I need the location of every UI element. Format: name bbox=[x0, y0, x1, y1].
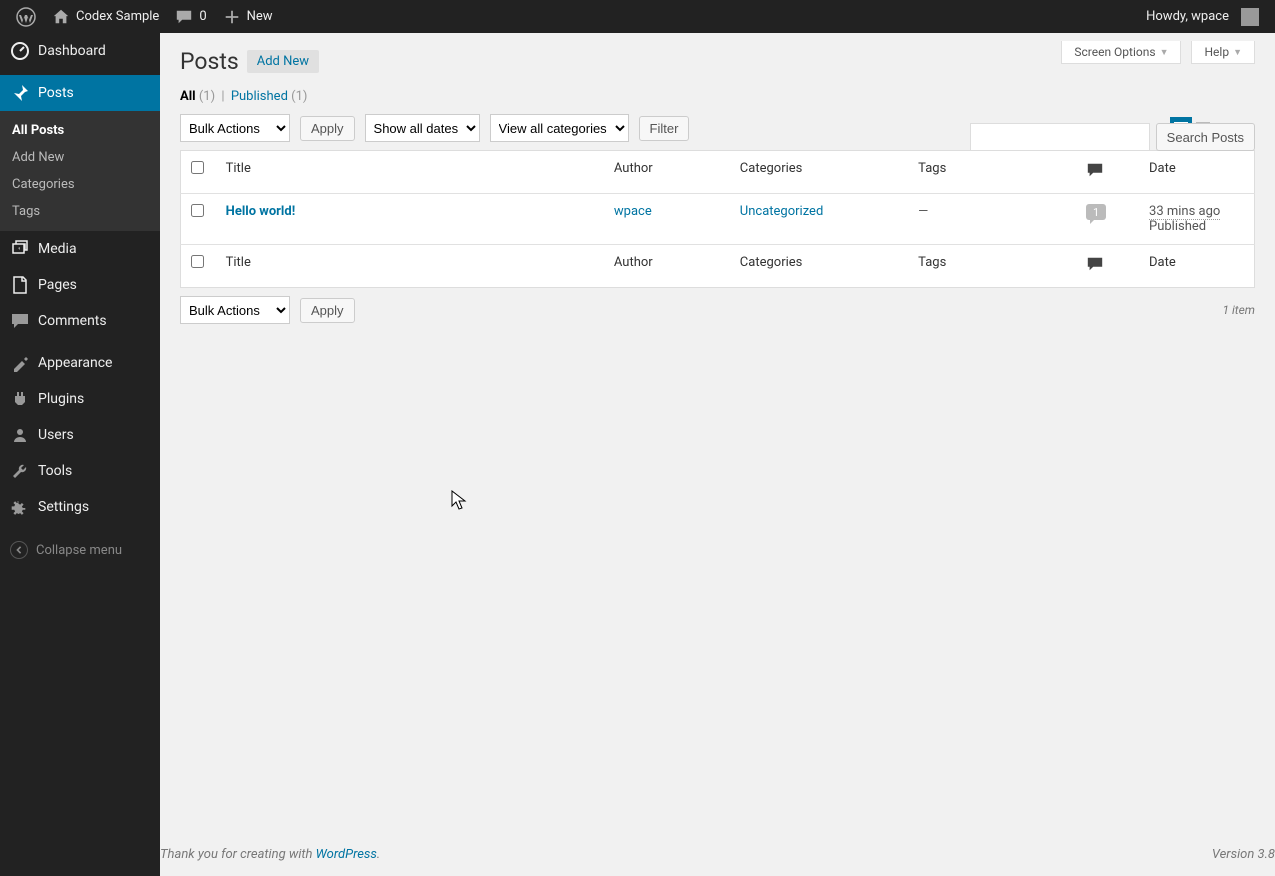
caret-down-icon: ▼ bbox=[1233, 47, 1242, 58]
media-icon bbox=[10, 239, 30, 259]
wordpress-link[interactable]: WordPress bbox=[316, 847, 377, 862]
select-all-top[interactable] bbox=[191, 161, 204, 174]
screen-meta-tabs: Screen Options ▼ Help ▼ bbox=[1061, 41, 1255, 64]
plugin-icon bbox=[10, 389, 30, 409]
sidebar-item-label: Comments bbox=[38, 313, 107, 329]
comments-icon bbox=[10, 311, 30, 331]
post-status-filters: All (1) | Published (1) bbox=[180, 89, 1255, 104]
collapse-menu-button[interactable]: Collapse menu bbox=[0, 531, 160, 569]
page-icon bbox=[10, 275, 30, 295]
post-tags: — bbox=[908, 194, 1076, 245]
search-box: Search Posts bbox=[970, 123, 1255, 151]
sidebar-subitem-all-posts[interactable]: All Posts bbox=[0, 117, 160, 144]
table-row: Hello world! wpace Uncategorized — 1 33 … bbox=[181, 194, 1255, 245]
search-input[interactable] bbox=[970, 123, 1150, 151]
posts-table: Title Author Categories Tags Date Hello … bbox=[180, 150, 1255, 288]
sidebar-item-settings[interactable]: Settings bbox=[0, 489, 160, 525]
sidebar-subitem-categories[interactable]: Categories bbox=[0, 171, 160, 198]
sidebar-item-tools[interactable]: Tools bbox=[0, 453, 160, 489]
sidebar-item-label: Pages bbox=[38, 277, 77, 293]
wp-logo-menu[interactable] bbox=[8, 0, 44, 33]
tablenav-bottom: Bulk Actions Apply 1 item bbox=[180, 296, 1255, 324]
help-tab[interactable]: Help ▼ bbox=[1191, 41, 1255, 64]
sidebar-item-label: Media bbox=[38, 241, 77, 257]
settings-icon bbox=[10, 497, 30, 517]
filter-button[interactable]: Filter bbox=[639, 116, 690, 141]
column-categories[interactable]: Categories bbox=[730, 151, 908, 194]
sidebar-item-label: Appearance bbox=[38, 355, 112, 371]
comments-count: 0 bbox=[199, 9, 206, 24]
caret-down-icon: ▼ bbox=[1160, 47, 1169, 58]
sidebar-item-appearance[interactable]: Appearance bbox=[0, 345, 160, 381]
sidebar-item-label: Tools bbox=[38, 463, 72, 479]
admin-footer: Thank you for creating with WordPress. V… bbox=[160, 833, 1275, 876]
sidebar-item-label: Posts bbox=[38, 85, 74, 101]
sidebar-item-pages[interactable]: Pages bbox=[0, 267, 160, 303]
main-content: Screen Options ▼ Help ▼ Posts Add New Al… bbox=[160, 33, 1275, 876]
filter-all[interactable]: All bbox=[180, 89, 196, 104]
sidebar-item-dashboard[interactable]: Dashboard bbox=[0, 33, 160, 69]
apply-button-top[interactable]: Apply bbox=[300, 116, 355, 141]
column-date[interactable]: Date bbox=[1139, 151, 1254, 194]
my-account-menu[interactable]: Howdy, wpace bbox=[1138, 0, 1267, 33]
comment-icon bbox=[1086, 161, 1104, 179]
screen-options-tab[interactable]: Screen Options ▼ bbox=[1061, 41, 1181, 64]
sidebar-item-media[interactable]: Media bbox=[0, 231, 160, 267]
appearance-icon bbox=[10, 353, 30, 373]
column-comments[interactable] bbox=[1076, 151, 1139, 194]
home-icon bbox=[52, 8, 70, 26]
sidebar-subitem-tags[interactable]: Tags bbox=[0, 198, 160, 225]
select-all-bottom[interactable] bbox=[191, 255, 204, 268]
date-filter-select[interactable]: Show all dates bbox=[365, 114, 480, 142]
sidebar-item-label: Settings bbox=[38, 499, 89, 515]
bulk-actions-select-bottom[interactable]: Bulk Actions bbox=[180, 296, 290, 324]
sidebar-item-label: Users bbox=[38, 427, 74, 443]
users-icon bbox=[10, 425, 30, 445]
column-author[interactable]: Author bbox=[604, 151, 730, 194]
admin-sidebar: Dashboard Posts All Posts Add New Catego… bbox=[0, 33, 160, 876]
comments-bubble-menu[interactable]: 0 bbox=[167, 0, 214, 33]
avatar bbox=[1241, 8, 1259, 26]
post-author-link[interactable]: wpace bbox=[614, 204, 652, 219]
sidebar-submenu-posts: All Posts Add New Categories Tags bbox=[0, 111, 160, 231]
dashboard-icon bbox=[10, 41, 30, 61]
collapse-icon bbox=[10, 541, 28, 559]
post-category-link[interactable]: Uncategorized bbox=[740, 204, 823, 219]
column-tags[interactable]: Tags bbox=[908, 151, 1076, 194]
search-button[interactable]: Search Posts bbox=[1156, 123, 1255, 151]
column-title[interactable]: Title bbox=[216, 151, 604, 194]
site-name-menu[interactable]: Codex Sample bbox=[44, 0, 167, 33]
sidebar-item-label: Dashboard bbox=[38, 43, 106, 59]
item-count-bottom: 1 item bbox=[1222, 303, 1255, 317]
sidebar-item-comments[interactable]: Comments bbox=[0, 303, 160, 339]
tools-icon bbox=[10, 461, 30, 481]
bulk-actions-select-top[interactable]: Bulk Actions bbox=[180, 114, 290, 142]
new-content-menu[interactable]: New bbox=[215, 0, 281, 33]
comment-count-badge[interactable]: 1 bbox=[1086, 204, 1106, 220]
pin-icon bbox=[10, 83, 30, 103]
post-date: 33 mins ago Published bbox=[1139, 194, 1254, 245]
apply-button-bottom[interactable]: Apply bbox=[300, 298, 355, 323]
footer-version: Version 3.8 bbox=[1212, 847, 1275, 862]
new-label: New bbox=[247, 9, 273, 24]
howdy-label: Howdy, wpace bbox=[1146, 9, 1229, 24]
sidebar-subitem-add-new[interactable]: Add New bbox=[0, 144, 160, 171]
site-name-label: Codex Sample bbox=[76, 9, 159, 24]
collapse-label: Collapse menu bbox=[36, 543, 122, 558]
column-checkbox bbox=[181, 151, 216, 194]
sidebar-item-posts[interactable]: Posts bbox=[0, 75, 160, 111]
sidebar-item-label: Plugins bbox=[38, 391, 84, 407]
add-new-button[interactable]: Add New bbox=[247, 50, 319, 73]
plus-icon bbox=[223, 8, 241, 26]
category-filter-select[interactable]: View all categories bbox=[490, 114, 629, 142]
filter-published[interactable]: Published bbox=[231, 89, 288, 104]
sidebar-item-plugins[interactable]: Plugins bbox=[0, 381, 160, 417]
comment-icon bbox=[1086, 255, 1104, 273]
sidebar-item-users[interactable]: Users bbox=[0, 417, 160, 453]
row-checkbox[interactable] bbox=[191, 204, 204, 217]
admin-topbar: Codex Sample 0 New Howdy, wpace bbox=[0, 0, 1275, 33]
post-title-link[interactable]: Hello world! bbox=[226, 204, 296, 219]
footer-thankyou: Thank you for creating with WordPress. bbox=[160, 847, 380, 862]
comment-icon bbox=[175, 8, 193, 26]
